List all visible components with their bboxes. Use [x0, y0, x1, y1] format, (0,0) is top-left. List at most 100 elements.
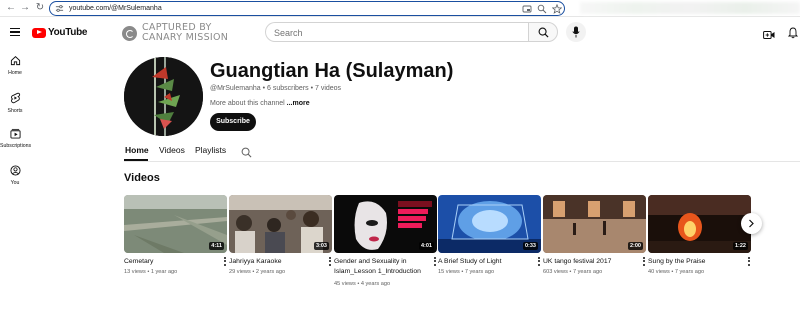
video-thumbnail[interactable]: 2:00: [543, 195, 646, 253]
video-duration: 1:22: [732, 242, 748, 250]
search-icon: [538, 27, 549, 38]
search-button[interactable]: [528, 22, 558, 42]
video-title[interactable]: Gender and Sexuality in Islam_Lesson 1_I…: [334, 258, 421, 275]
tab-videos[interactable]: Videos: [159, 144, 185, 156]
video-menu-icon[interactable]: [328, 257, 332, 267]
leftnav-item-subscriptions[interactable]: Subscriptions: [0, 128, 32, 149]
subscriptions-icon: [9, 128, 21, 139]
menu-icon[interactable]: [10, 28, 20, 37]
video-meta: 45 views • 4 years ago: [334, 281, 391, 287]
video-title[interactable]: Sung by the Praise: [648, 258, 705, 265]
youtube-play-icon: [32, 27, 46, 38]
bookmark-star-icon[interactable]: [552, 4, 562, 14]
video-meta: 40 views • 7 years ago: [648, 269, 705, 275]
tabs-divider: [124, 161, 800, 162]
search-box: [265, 22, 529, 42]
tab-home[interactable]: Home: [125, 144, 149, 156]
video-title[interactable]: A Brief Study of Light: [438, 258, 501, 265]
voice-search-button[interactable]: [566, 22, 586, 42]
leftnav-label-shorts: Shorts: [7, 108, 23, 114]
video-card[interactable]: 2:00 UK tango festival 2017 603 views • …: [543, 195, 646, 275]
address-url: youtube.com/@MrSulemanha: [69, 5, 162, 12]
forward-icon[interactable]: →: [19, 2, 31, 14]
notifications-button[interactable]: [787, 26, 799, 44]
cast-icon[interactable]: [522, 4, 532, 14]
video-card[interactable]: 4:11 Cemetary 13 views • 1 year ago: [124, 195, 227, 275]
search-input[interactable]: [274, 26, 514, 39]
channel-description[interactable]: More about this channel ...more: [210, 100, 310, 107]
address-bar[interactable]: youtube.com/@MrSulemanha: [49, 1, 565, 16]
video-menu-icon[interactable]: [223, 257, 227, 267]
video-info: Gender and Sexuality in Islam_Lesson 1_I…: [334, 257, 426, 289]
video-thumbnail[interactable]: 3:03: [229, 195, 332, 253]
home-icon: [10, 56, 20, 66]
video-age: 2 years ago: [255, 269, 286, 275]
back-icon[interactable]: ←: [5, 2, 17, 14]
video-title[interactable]: UK tango festival 2017: [543, 258, 611, 265]
video-card[interactable]: 4:01 Gender and Sexuality in Islam_Lesso…: [334, 195, 437, 287]
video-views: 13 views: [124, 269, 146, 275]
reload-icon[interactable]: ↻: [34, 2, 46, 14]
video-menu-icon[interactable]: [537, 257, 541, 267]
video-title[interactable]: Cemetary: [124, 258, 153, 265]
video-age: 7 years ago: [572, 269, 603, 275]
channel-description-text: More about this channel: [210, 100, 285, 107]
carousel-next-button[interactable]: [741, 213, 762, 234]
video-thumbnail[interactable]: 1:22: [648, 195, 751, 253]
leftnav-item-you[interactable]: You: [0, 165, 30, 186]
video-info: A Brief Study of Light 15 views • 7 year…: [438, 257, 530, 277]
video-views: 15 views: [438, 269, 460, 275]
leftnav-item-shorts[interactable]: Shorts: [0, 92, 30, 114]
video-duration: 4:11: [209, 242, 224, 250]
microphone-icon: [572, 26, 580, 38]
zoom-icon[interactable]: [537, 4, 547, 14]
video-duration: 0:33: [522, 242, 538, 250]
more-link[interactable]: ...more: [287, 100, 310, 107]
subscribe-button[interactable]: Subscribe: [210, 113, 256, 131]
video-age: 7 years ago: [464, 269, 495, 275]
create-video-icon: [763, 31, 775, 39]
leftnav-label-subscriptions: Subscriptions: [0, 143, 32, 149]
site-settings-icon[interactable]: [55, 4, 64, 13]
video-meta: 13 views • 1 year ago: [124, 269, 178, 275]
video-card[interactable]: 3:03 Jahriyya Karaoke 29 views • 2 years…: [229, 195, 332, 275]
channel-avatar-image: [124, 57, 203, 136]
video-thumbnail[interactable]: 0:33: [438, 195, 541, 253]
create-button[interactable]: [763, 27, 775, 45]
video-thumbnail[interactable]: 4:11: [124, 195, 227, 253]
video-menu-icon[interactable]: [747, 257, 751, 267]
search-icon: [241, 147, 252, 158]
youtube-logo-text: YouTube: [48, 27, 88, 38]
blurred-region: [580, 2, 800, 14]
you-icon: [9, 165, 21, 176]
video-views: 29 views: [229, 269, 251, 275]
video-meta: 29 views • 2 years ago: [229, 269, 286, 275]
leftnav-item-home[interactable]: Home: [0, 55, 30, 76]
youtube-logo[interactable]: YouTube: [32, 26, 88, 39]
video-title[interactable]: Jahriyya Karaoke: [229, 258, 282, 265]
video-info: Cemetary 13 views • 1 year ago: [124, 257, 216, 277]
video-menu-icon[interactable]: [642, 257, 646, 267]
video-thumbnail[interactable]: 4:01: [334, 195, 437, 253]
video-duration: 4:01: [418, 242, 434, 250]
channel-meta: @MrSulemanha • 6 subscribers • 7 videos: [210, 85, 342, 92]
shorts-icon: [10, 92, 20, 104]
browser-toolbar: ← → ↻ youtube.com/@MrSulemanha: [0, 0, 800, 17]
video-views: 40 views: [648, 269, 670, 275]
watermark: CAPTURED BY CANARY MISSION: [122, 23, 228, 43]
channel-avatar[interactable]: [124, 57, 203, 136]
video-views: 45 views: [334, 281, 356, 287]
video-card[interactable]: 1:22 Sung by the Praise 40 views • 7 yea…: [648, 195, 751, 275]
video-meta: 15 views • 7 years ago: [438, 269, 495, 275]
video-age: 4 years ago: [360, 281, 391, 287]
video-info: Jahriyya Karaoke 29 views • 2 years ago: [229, 257, 321, 277]
tab-playlists[interactable]: Playlists: [195, 144, 226, 156]
video-age: 1 year ago: [150, 269, 178, 275]
video-card[interactable]: 0:33 A Brief Study of Light 15 views • 7…: [438, 195, 541, 275]
video-duration: 3:03: [313, 242, 329, 250]
video-info: Sung by the Praise 40 views • 7 years ag…: [648, 257, 740, 277]
leftnav-label-home: Home: [8, 70, 22, 76]
video-menu-icon[interactable]: [433, 257, 437, 267]
bell-icon: [787, 27, 799, 39]
watermark-line2: CANARY MISSION: [142, 32, 229, 43]
